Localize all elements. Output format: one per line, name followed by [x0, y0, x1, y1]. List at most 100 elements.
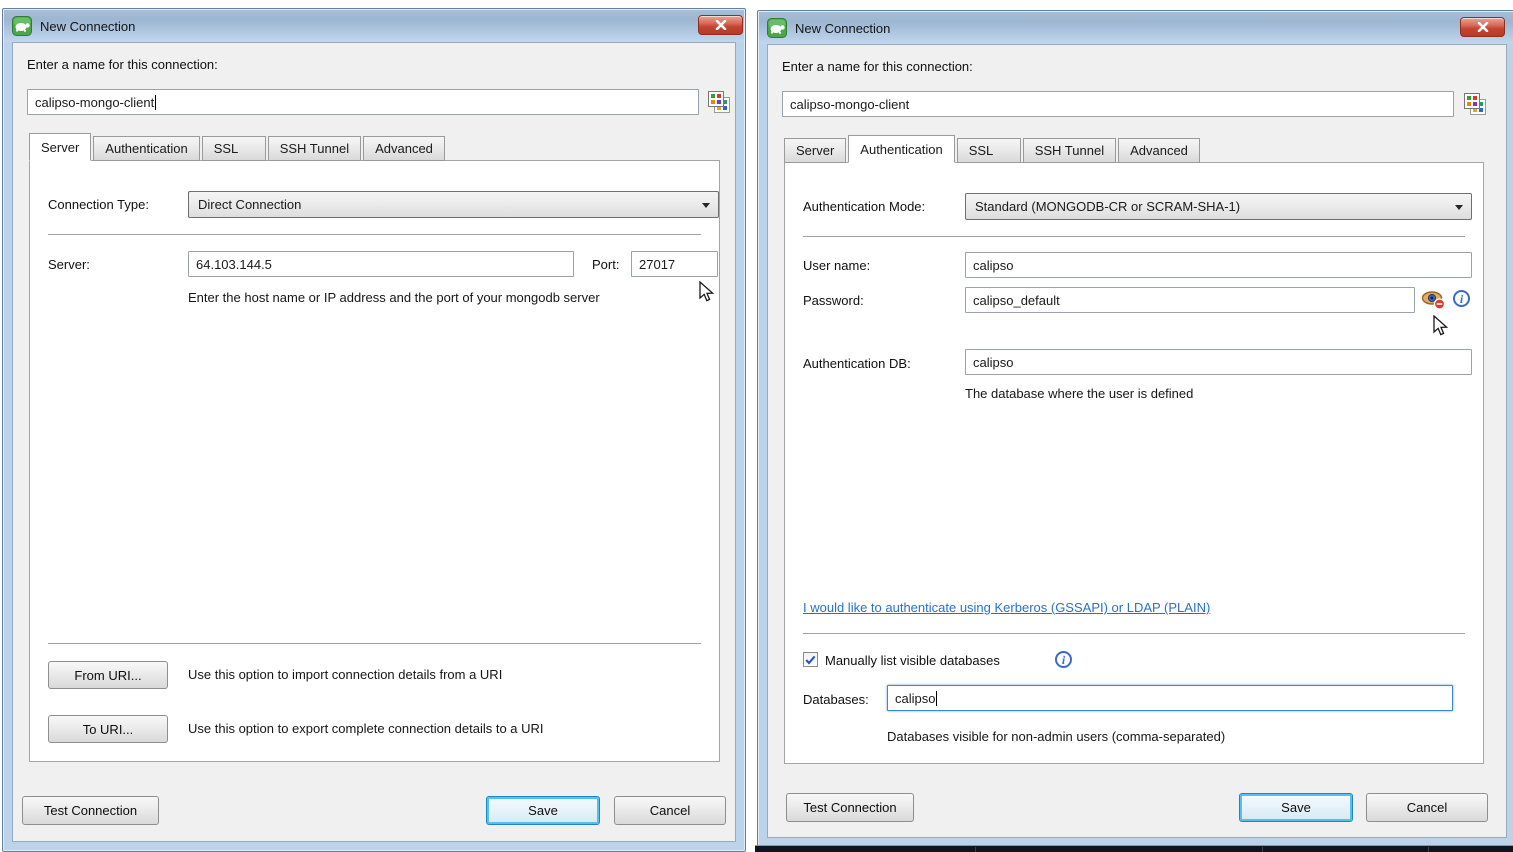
- cancel-button[interactable]: Cancel: [1366, 793, 1488, 822]
- password-input[interactable]: calipso_default: [965, 287, 1415, 313]
- section-divider: [803, 236, 1465, 237]
- databases-input[interactable]: calipso: [887, 685, 1453, 711]
- auth-db-label: Authentication DB:: [803, 356, 911, 371]
- to-uri-button[interactable]: To URI...: [48, 715, 168, 743]
- port-label: Port:: [592, 257, 619, 272]
- connection-name-label: Enter a name for this connection:: [782, 59, 973, 74]
- column-divider: [1262, 847, 1263, 852]
- tab-label: Authentication: [860, 142, 942, 157]
- port-value: 27017: [639, 257, 675, 272]
- color-swatch-icon[interactable]: [706, 89, 732, 115]
- manually-list-databases-checkbox[interactable]: [803, 652, 818, 667]
- connection-type-select[interactable]: Direct Connection: [188, 191, 719, 218]
- section-divider: [48, 643, 701, 644]
- tab-bar: Server Authentication SSL SSH Tunnel Adv…: [784, 135, 1202, 163]
- tab-label: SSL: [969, 143, 994, 158]
- auth-db-hint: The database where the user is defined: [965, 386, 1193, 401]
- column-divider: [975, 847, 976, 852]
- section-divider: [803, 633, 1465, 634]
- save-button[interactable]: Save: [1239, 793, 1353, 822]
- password-value: calipso_default: [973, 293, 1060, 308]
- dialog-body: Enter a name for this connection: calips…: [767, 44, 1507, 838]
- tab-advanced[interactable]: Advanced: [363, 136, 445, 161]
- close-button[interactable]: [1460, 17, 1505, 37]
- mouse-cursor-icon: [1431, 315, 1451, 340]
- tab-label: Advanced: [375, 141, 433, 156]
- connection-name-input[interactable]: calipso-mongo-client: [782, 91, 1454, 117]
- info-icon[interactable]: [1055, 651, 1072, 668]
- tab-server[interactable]: Server: [29, 133, 91, 161]
- test-connection-button[interactable]: Test Connection: [22, 796, 159, 825]
- tab-label: Server: [796, 143, 834, 158]
- auth-db-input[interactable]: calipso: [965, 349, 1472, 375]
- auth-mode-value: Standard (MONGODB-CR or SCRAM-SHA-1): [975, 199, 1240, 214]
- tab-authentication[interactable]: Authentication: [93, 136, 199, 161]
- tab-ssh-tunnel[interactable]: SSH Tunnel: [1023, 138, 1116, 163]
- mouse-cursor-icon: [697, 281, 717, 306]
- auth-db-value: calipso: [973, 355, 1013, 370]
- color-swatch-icon[interactable]: [1462, 91, 1488, 117]
- test-connection-button[interactable]: Test Connection: [786, 793, 914, 822]
- eye-hide-icon[interactable]: [1421, 290, 1446, 310]
- new-connection-dialog-server: New Connection Enter a name for this con…: [2, 8, 746, 852]
- user-name-label: User name:: [803, 258, 870, 273]
- chevron-down-icon: [702, 203, 710, 208]
- tab-ssl[interactable]: SSL: [957, 138, 1021, 163]
- cancel-button[interactable]: Cancel: [614, 796, 726, 825]
- app-icon: [767, 18, 787, 38]
- databases-value: calipso: [895, 691, 935, 706]
- user-name-input[interactable]: calipso: [965, 252, 1472, 278]
- save-button[interactable]: Save: [486, 796, 600, 825]
- column-divider: [1428, 847, 1429, 852]
- tab-ssl[interactable]: SSL: [202, 136, 266, 161]
- text-caret: [936, 691, 937, 706]
- manually-list-databases-label: Manually list visible databases: [825, 653, 1000, 668]
- app-icon: [12, 16, 32, 36]
- text-caret: [155, 95, 156, 110]
- connection-type-label: Connection Type:: [48, 197, 149, 212]
- close-button[interactable]: [698, 15, 743, 35]
- connection-name-label: Enter a name for this connection:: [27, 57, 218, 72]
- tab-ssh-tunnel[interactable]: SSH Tunnel: [268, 136, 361, 161]
- tab-authentication[interactable]: Authentication: [848, 135, 954, 163]
- port-input[interactable]: 27017: [631, 251, 718, 277]
- chevron-down-icon: [1455, 205, 1463, 210]
- kerberos-ldap-link[interactable]: I would like to authenticate using Kerbe…: [803, 600, 1210, 615]
- auth-mode-label: Authentication Mode:: [803, 199, 925, 214]
- authentication-tab-panel: Authentication Mode: Standard (MONGODB-C…: [784, 162, 1484, 764]
- tab-label: Server: [41, 140, 79, 155]
- window-title: New Connection: [40, 19, 135, 34]
- tab-bar: Server Authentication SSL SSH Tunnel Adv…: [29, 133, 447, 161]
- user-name-value: calipso: [973, 258, 1013, 273]
- close-icon: [1477, 22, 1489, 32]
- server-label: Server:: [48, 257, 90, 272]
- databases-label: Databases:: [803, 692, 869, 707]
- tab-advanced[interactable]: Advanced: [1118, 138, 1200, 163]
- info-icon[interactable]: [1453, 290, 1470, 307]
- databases-hint: Databases visible for non-admin users (c…: [887, 729, 1225, 744]
- server-address-value: 64.103.144.5: [196, 257, 272, 272]
- close-icon: [715, 20, 727, 30]
- tab-label: Authentication: [105, 141, 187, 156]
- titlebar[interactable]: New Connection: [759, 12, 1513, 44]
- tab-label: SSH Tunnel: [1035, 143, 1104, 158]
- new-connection-dialog-authentication: New Connection Enter a name for this con…: [757, 10, 1513, 848]
- titlebar[interactable]: New Connection: [4, 10, 744, 42]
- window-title: New Connection: [795, 21, 890, 36]
- to-uri-hint: Use this option to export complete conne…: [188, 721, 544, 736]
- background-app-strip: [755, 845, 1513, 852]
- connection-name-value: calipso-mongo-client: [35, 95, 154, 110]
- connection-name-value: calipso-mongo-client: [790, 97, 909, 112]
- section-divider: [48, 234, 701, 235]
- tab-label: SSL: [214, 141, 239, 156]
- auth-mode-select[interactable]: Standard (MONGODB-CR or SCRAM-SHA-1): [965, 193, 1472, 220]
- connection-name-input[interactable]: calipso-mongo-client: [27, 89, 699, 115]
- from-uri-button[interactable]: From URI...: [48, 661, 168, 689]
- server-tab-panel: Connection Type: Direct Connection Serve…: [29, 160, 720, 762]
- password-label: Password:: [803, 293, 864, 308]
- server-address-input[interactable]: 64.103.144.5: [188, 251, 574, 277]
- server-hint: Enter the host name or IP address and th…: [188, 290, 600, 305]
- tab-server[interactable]: Server: [784, 138, 846, 163]
- tab-label: Advanced: [1130, 143, 1188, 158]
- tab-label: SSH Tunnel: [280, 141, 349, 156]
